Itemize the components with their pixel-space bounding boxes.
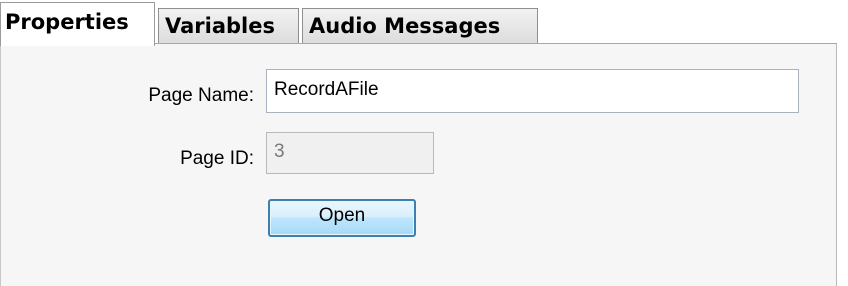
page-id-label: Page ID: — [180, 148, 254, 169]
properties-panel: Page Name: RecordAFile Page ID: 3 Open — [0, 44, 837, 286]
tab-audio-messages[interactable]: Audio Messages — [302, 8, 538, 44]
open-button[interactable]: Open — [268, 199, 416, 237]
page-id-field: 3 — [266, 132, 434, 174]
tab-variables[interactable]: Variables — [158, 8, 299, 44]
page-name-input[interactable]: RecordAFile — [266, 69, 799, 113]
properties-window: Properties Variables Audio Messages Page… — [0, 0, 848, 286]
page-name-label: Page Name: — [148, 85, 254, 106]
tab-properties[interactable]: Properties — [0, 2, 155, 46]
tab-strip-divider — [154, 43, 837, 44]
tab-strip: Properties Variables Audio Messages — [0, 0, 848, 46]
